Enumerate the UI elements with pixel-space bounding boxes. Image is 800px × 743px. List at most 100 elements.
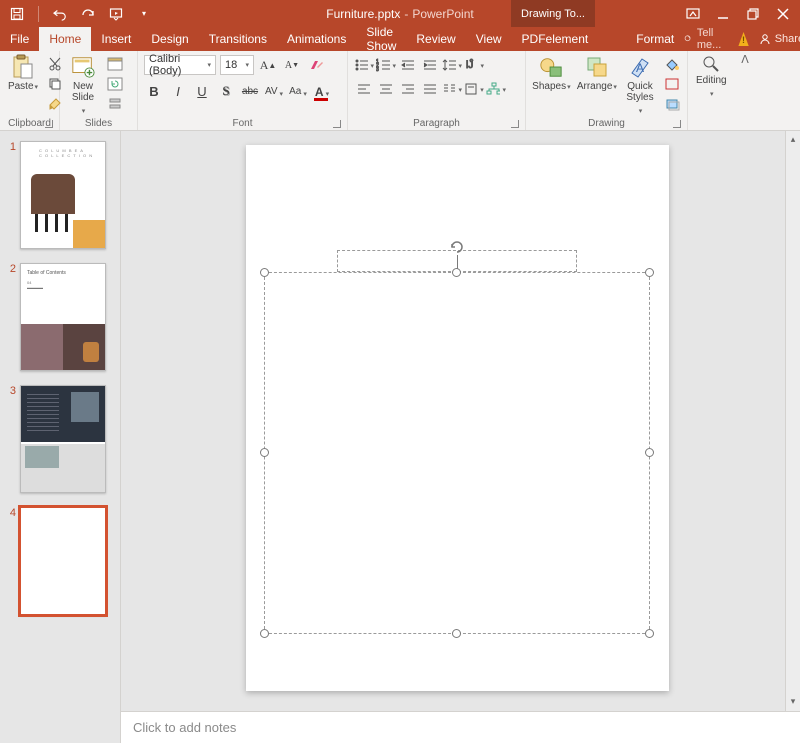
paragraph-launcher-icon[interactable] [511,120,519,128]
tab-format[interactable]: Format [626,27,684,51]
tab-pdfelement[interactable]: PDFelement [512,27,599,51]
thumbnail-1[interactable]: 1 C O L U M B E AC O L L E C T I O N [0,137,120,259]
quick-styles-icon: A [628,55,652,79]
resize-handle-e[interactable] [645,448,654,457]
svg-text:3: 3 [376,67,379,72]
decrease-font-icon[interactable]: A▼ [282,55,302,75]
shape-outline-icon[interactable] [663,75,681,93]
slide-canvas[interactable] [246,145,669,691]
tab-file[interactable]: File [0,27,39,51]
resize-handle-s[interactable] [452,629,461,638]
scroll-down-icon[interactable]: ▾ [787,695,799,707]
clear-formatting-icon[interactable] [306,55,326,75]
layout-icon[interactable] [106,55,124,73]
thumbnail-4[interactable]: 4 [0,503,120,625]
start-slideshow-icon[interactable] [109,7,123,21]
numbering-icon[interactable]: 123 [376,55,396,75]
smartart-icon[interactable] [486,79,506,99]
arrange-button[interactable]: Arrange [575,53,619,95]
shape-effects-icon[interactable] [663,95,681,113]
line-spacing-icon[interactable] [442,55,462,75]
content-placeholder[interactable] [264,272,650,634]
resize-handle-se[interactable] [645,629,654,638]
bullets-icon[interactable] [354,55,374,75]
close-icon[interactable] [776,7,790,21]
find-icon [702,55,720,73]
resize-handle-nw[interactable] [260,268,269,277]
editing-button[interactable]: Editing [692,53,731,101]
redo-icon[interactable] [81,7,95,21]
section-icon[interactable] [106,95,124,113]
qat-more-icon[interactable]: ▾ [137,7,151,21]
shapes-button[interactable]: Shapes [530,53,573,95]
group-clipboard: Paste Clipboard [0,51,60,130]
quick-access-toolbar: ▾ [0,6,151,22]
char-spacing-icon[interactable]: AV [264,81,284,101]
slide-edit-area[interactable]: ▴ ▾ Click to add notes [121,131,800,743]
clipboard-launcher-icon[interactable] [45,120,53,128]
align-center-icon[interactable] [376,79,396,99]
minimize-icon[interactable] [716,7,730,21]
shadow-button[interactable]: S [216,81,236,101]
quick-styles-button[interactable]: A Quick Styles [621,53,659,118]
thumbnail-3[interactable]: 3 [0,381,120,503]
align-text-icon[interactable] [464,79,484,99]
decrease-indent-icon[interactable] [398,55,418,75]
font-name-select[interactable]: Calibri (Body)▾ [144,55,216,75]
bold-button[interactable]: B [144,81,164,101]
tab-design[interactable]: Design [141,27,198,51]
tab-transitions[interactable]: Transitions [199,27,277,51]
font-launcher-icon[interactable] [333,120,341,128]
resize-handle-w[interactable] [260,448,269,457]
underline-button[interactable]: U [192,81,212,101]
paste-button[interactable]: Paste [4,53,42,95]
thumbnail-number: 4 [6,507,16,519]
tab-home[interactable]: Home [39,27,91,51]
columns-icon[interactable] [442,79,462,99]
vertical-scrollbar[interactable]: ▴ ▾ [785,131,800,743]
rotation-handle-icon[interactable] [449,239,465,255]
contextual-tab-header: Drawing To... [511,0,595,27]
justify-icon[interactable] [420,79,440,99]
thumbnail-number: 2 [6,263,16,275]
new-slide-button[interactable]: New Slide [64,53,102,118]
group-slides: New Slide Slides [60,51,138,130]
tell-me-search[interactable]: Tell me... [684,27,728,51]
resize-handle-ne[interactable] [645,268,654,277]
collapse-ribbon-icon[interactable]: ᐱ [738,51,752,130]
tab-review[interactable]: Review [406,27,465,51]
thumbnail-2[interactable]: 2 Table of Contents 04▬▬▬▬ [0,259,120,381]
drawing-launcher-icon[interactable] [673,120,681,128]
notes-pane[interactable]: Click to add notes [121,711,800,743]
resize-handle-n[interactable] [452,268,461,277]
change-case-icon[interactable]: Aa [288,81,308,101]
undo-icon[interactable] [53,7,67,21]
ribbon-display-options-icon[interactable] [686,7,700,21]
shape-fill-icon[interactable] [663,55,681,73]
restore-icon[interactable] [746,7,760,21]
scroll-up-icon[interactable]: ▴ [787,133,799,145]
reset-slide-icon[interactable] [106,75,124,93]
paste-icon [11,55,35,79]
strikethrough-button[interactable]: abc [240,81,260,101]
text-direction-icon[interactable]: lĴ [464,55,484,75]
tab-view[interactable]: View [466,27,512,51]
font-size-select[interactable]: 18▾ [220,55,254,75]
thumbnail-preview: Table of Contents 04▬▬▬▬ [20,263,106,371]
italic-button[interactable]: I [168,81,188,101]
tab-slideshow[interactable]: Slide Show [356,27,406,51]
align-left-icon[interactable] [354,79,374,99]
font-color-icon[interactable]: A [312,81,332,101]
increase-font-icon[interactable]: A▲ [258,55,278,75]
tab-animations[interactable]: Animations [277,27,356,51]
save-icon[interactable] [10,7,24,21]
warning-icon[interactable] [738,32,748,46]
ribbon: Paste Clipboard New Slide Slides [0,51,800,131]
increase-indent-icon[interactable] [420,55,440,75]
tab-insert[interactable]: Insert [91,27,141,51]
resize-handle-sw[interactable] [260,629,269,638]
share-button[interactable]: Share [759,33,800,45]
align-right-icon[interactable] [398,79,418,99]
slide-thumbnails-panel[interactable]: 1 C O L U M B E AC O L L E C T I O N 2 T… [0,131,121,743]
thumbnail-preview [20,385,106,493]
